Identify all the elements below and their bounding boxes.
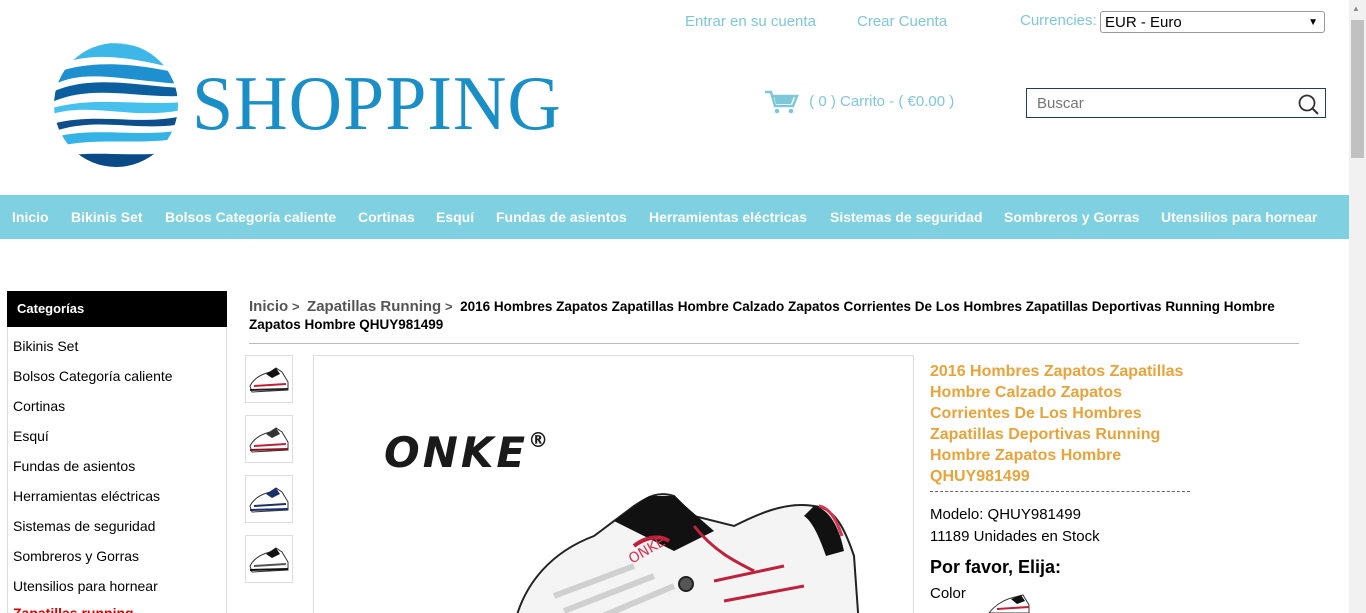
register-link[interactable]: Crear Cuenta [857, 13, 947, 30]
breadcrumb-separator: > [445, 299, 453, 314]
site-logo[interactable]: SHOPPING [52, 40, 561, 170]
search-box [1026, 88, 1326, 118]
nav-item-esqui[interactable]: Esquí [436, 209, 474, 225]
breadcrumb-home[interactable]: Inicio [249, 298, 288, 315]
nav-item-bolsos[interactable]: Bolsos Categoría caliente [165, 209, 336, 225]
breadcrumb-category[interactable]: Zapatillas Running [307, 298, 441, 315]
search-icon[interactable] [1297, 93, 1319, 115]
shoe-thumbnail-icon [249, 427, 289, 453]
product-thumbnail[interactable] [245, 355, 293, 403]
nav-item-bikinis-set[interactable]: Bikinis Set [71, 209, 143, 225]
chevron-down-icon: ▼ [1308, 17, 1318, 28]
main-nav: Inicio Bikinis Set Bolsos Categoría cali… [0, 195, 1349, 239]
page: Entrar en su cuenta Crear Cuenta Currenc… [0, 0, 1349, 613]
product-stock: 11189 Unidades en Stock [930, 528, 1100, 545]
breadcrumb-divider [249, 343, 1299, 344]
search-input[interactable] [1027, 89, 1297, 118]
sidebar-item-herramientas[interactable]: Herramientas eléctricas [13, 488, 160, 504]
breadcrumb-separator: > [291, 299, 300, 314]
logo-text: SHOPPING [192, 60, 562, 148]
product-model: Modelo: QHUY981499 [930, 506, 1081, 523]
cart-icon [765, 90, 799, 114]
product-title: 2016 Hombres Zapatos Zapatillas Hombre C… [930, 363, 1184, 485]
sidebar-item-bikinis-set[interactable]: Bikinis Set [13, 338, 78, 354]
cart-summary: ( 0 ) Carrito - ( €0.00 ) [809, 92, 955, 110]
sidebar-item-sombreros[interactable]: Sombreros y Gorras [13, 548, 139, 564]
categories-heading: Categorías [7, 291, 227, 327]
currency-value: EUR - Euro [1105, 14, 1182, 31]
shoe-thumbnail-icon [249, 487, 289, 513]
login-link[interactable]: Entrar en su cuenta [685, 13, 816, 30]
globe-logo-icon [54, 43, 178, 167]
sidebar-item-zapatillas[interactable]: Zapatillas running [13, 605, 134, 613]
color-label: Color [930, 585, 966, 602]
scrollbar-thumb[interactable] [1351, 20, 1364, 158]
product-thumbnail[interactable] [245, 535, 293, 583]
product-thumbnail[interactable] [245, 415, 293, 463]
sidebar-item-esqui[interactable]: Esquí [13, 428, 49, 444]
sidebar-item-bolsos[interactable]: Bolsos Categoría caliente [13, 368, 173, 384]
shoe-thumbnail-icon [249, 367, 289, 393]
product-main-image[interactable]: ONKE® ONKE [313, 355, 914, 613]
sidebar-item-fundas[interactable]: Fundas de asientos [13, 458, 135, 474]
currency-label: Currencies: [1020, 12, 1097, 29]
sidebar-item-sistemas[interactable]: Sistemas de seguridad [13, 518, 155, 534]
product-thumbnail[interactable] [245, 475, 293, 523]
shoe-thumbnail-icon [249, 547, 289, 573]
choose-options-heading: Por favor, Elija: [930, 557, 1062, 577]
nav-item-sistemas[interactable]: Sistemas de seguridad [830, 209, 983, 225]
nav-item-fundas[interactable]: Fundas de asientos [496, 209, 627, 225]
nav-item-utensilios[interactable]: Utensilios para hornear [1161, 209, 1317, 225]
nav-item-cortinas[interactable]: Cortinas [358, 209, 415, 225]
sidebar-item-cortinas[interactable]: Cortinas [13, 398, 65, 414]
nav-item-herramientas[interactable]: Herramientas eléctricas [649, 209, 807, 225]
breadcrumb: Inicio > Zapatillas Running > 2016 Hombr… [249, 298, 1299, 334]
title-divider [930, 491, 1190, 492]
color-swatch[interactable] [985, 591, 1033, 613]
shoe-swatch-icon [988, 594, 1030, 613]
shoe-image-icon: ONKE [516, 493, 860, 613]
cart-link[interactable]: ( 0 ) Carrito - ( €0.00 ) [765, 90, 954, 114]
scroll-up-icon[interactable]: ▲ [1352, 4, 1360, 13]
sidebar-item-utensilios[interactable]: Utensilios para hornear [13, 578, 158, 594]
nav-item-sombreros[interactable]: Sombreros y Gorras [1004, 209, 1139, 225]
currency-select[interactable]: EUR - Euro ▼ [1100, 11, 1325, 33]
nav-item-inicio[interactable]: Inicio [12, 209, 49, 225]
